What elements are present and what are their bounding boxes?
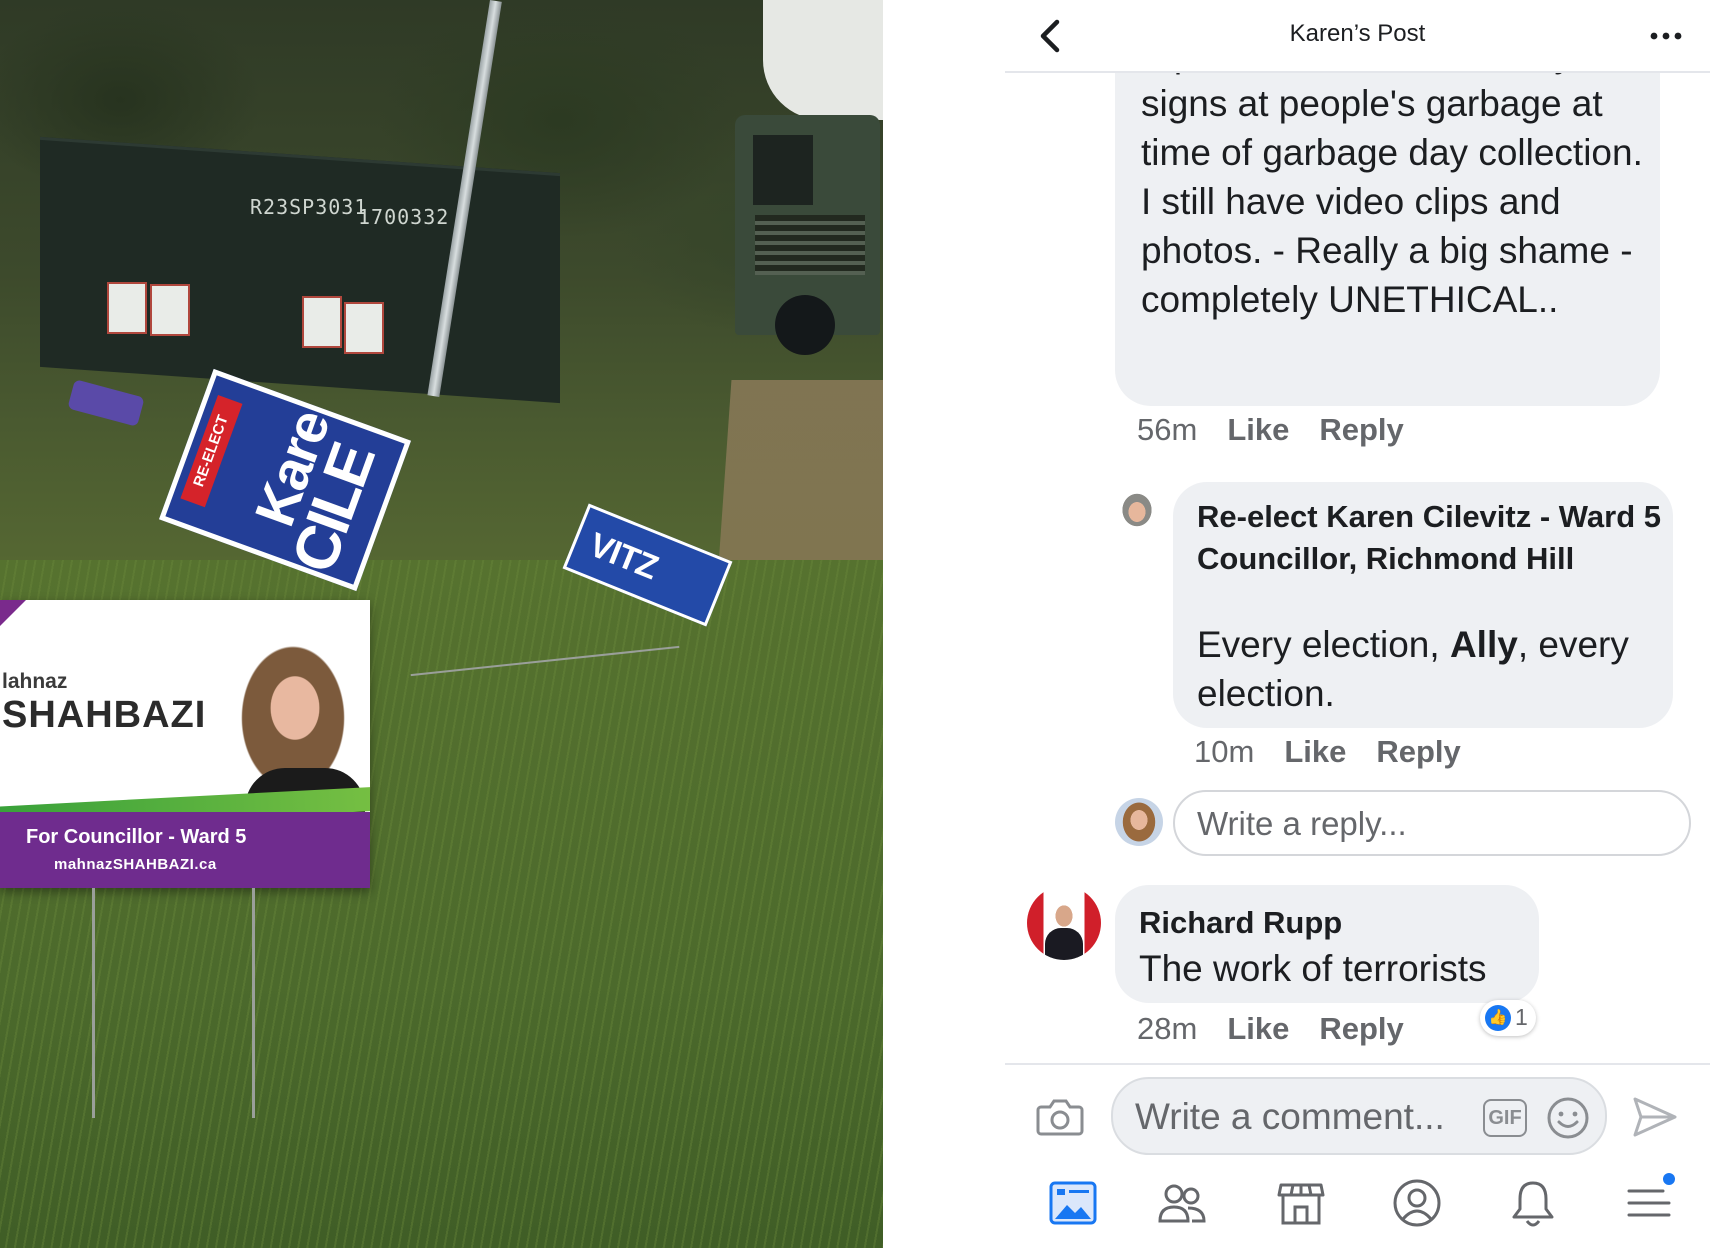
smiley-icon — [1547, 1097, 1589, 1139]
reply-link[interactable]: Reply — [1376, 734, 1460, 770]
bottom-tab-bar — [1005, 1163, 1710, 1248]
reaction-count: 1 — [1515, 1004, 1528, 1030]
comment-input[interactable] — [1135, 1095, 1465, 1139]
emoji-button[interactable] — [1545, 1095, 1591, 1141]
truck-window — [753, 135, 813, 205]
like-link[interactable]: Like — [1227, 412, 1289, 448]
news-feed-icon — [1049, 1181, 1097, 1225]
like-link[interactable]: Like — [1284, 734, 1346, 770]
tab-menu[interactable] — [1623, 1173, 1675, 1229]
tab-marketplace[interactable] — [1275, 1177, 1327, 1229]
utility-box-label-1: R23SP3031 — [250, 195, 368, 219]
comment-time: 56m — [1137, 412, 1198, 447]
truck — [735, 115, 880, 355]
sign-band — [0, 812, 370, 888]
thumbs-up-icon: 👍 — [1485, 1005, 1511, 1031]
send-button[interactable] — [1631, 1095, 1679, 1139]
warning-sticker — [344, 302, 384, 354]
sign-tagline: For Councillor - Ward 5 — [26, 826, 247, 848]
comment-actions: 28m Like Reply — [1137, 1011, 1434, 1047]
avatar — [1115, 798, 1163, 846]
page-title: Karen’s Post — [1289, 20, 1426, 47]
comment-actions: 10m Like Reply — [1194, 734, 1491, 770]
tab-friends[interactable] — [1156, 1177, 1208, 1229]
comment-actions: 56m Like Reply — [1137, 412, 1434, 448]
notification-dot — [1663, 1173, 1675, 1185]
comment-text: The work of terrorists — [1139, 948, 1487, 989]
ellipsis-icon — [1650, 32, 1682, 40]
tab-news-feed[interactable] — [1047, 1177, 1099, 1229]
comment-composer: GIF — [1005, 1063, 1710, 1163]
tab-profile[interactable] — [1391, 1177, 1443, 1229]
sign-last-name: SHAHBAZI — [2, 694, 207, 736]
comment-bubble: Richard Rupp The work of terrorists — [1115, 885, 1539, 1003]
truck-grill — [755, 215, 865, 275]
send-icon — [1633, 1097, 1677, 1137]
warning-sticker — [150, 284, 190, 336]
utility-box-label-2: 1700332 — [358, 205, 450, 229]
reply-link[interactable]: Reply — [1319, 412, 1403, 448]
sign-fallen-text: VITZ — [583, 525, 663, 587]
like-link[interactable]: Like — [1227, 1011, 1289, 1047]
reaction-badge[interactable]: 👍 1 — [1480, 1000, 1536, 1036]
sign-corner — [0, 600, 26, 626]
camera-button[interactable] — [1035, 1093, 1085, 1139]
camera-icon — [1036, 1099, 1084, 1136]
facebook-post-screen: Karen’s Post report. I found some of my … — [1005, 0, 1710, 1248]
warning-sticker — [302, 296, 342, 348]
bell-icon — [1512, 1181, 1554, 1227]
warning-sticker — [107, 282, 147, 334]
sign-wire — [92, 888, 95, 1118]
reply-field[interactable] — [1173, 790, 1691, 856]
friends-icon — [1158, 1184, 1206, 1223]
avatar[interactable] — [1027, 886, 1101, 960]
sign-website: mahnazSHAHBAZI.ca — [54, 856, 217, 873]
comment-time: 28m — [1137, 1011, 1198, 1046]
sign-mahnaz-shahbazi: lahnaz SHAHBAZI For Councillor - Ward 5 … — [0, 600, 370, 888]
candidate-portrait — [215, 618, 365, 828]
comment-bubble: Re-elect Karen Cilevitz - Ward 5 Council… — [1173, 482, 1673, 728]
marketplace-icon — [1277, 1183, 1325, 1225]
comment-time: 10m — [1194, 734, 1255, 769]
gif-button[interactable]: GIF — [1483, 1099, 1527, 1137]
tab-notifications[interactable] — [1507, 1177, 1559, 1229]
top-bar: Karen’s Post — [1005, 0, 1710, 73]
sign-wire — [252, 888, 255, 1118]
comment-author[interactable]: Re-elect Karen Cilevitz - Ward 5 Council… — [1197, 496, 1667, 580]
avatar[interactable] — [1117, 490, 1157, 536]
roadside-photo: R23SP3031 1700332 RE-ELECT Karen CILE VI… — [0, 0, 883, 1248]
more-options-button[interactable] — [1646, 18, 1686, 54]
profile-icon — [1393, 1179, 1441, 1227]
reply-input[interactable] — [1197, 804, 1667, 844]
reply-link[interactable]: Reply — [1319, 1011, 1403, 1047]
comment-text: report. I found some of my signs at peop… — [1141, 34, 1643, 320]
utility-box — [40, 136, 560, 404]
comment-field[interactable]: GIF — [1111, 1077, 1607, 1155]
truck-wheel — [775, 295, 835, 355]
comment-text: Every election, Ally, every election. — [1197, 624, 1629, 714]
sign-first-name: lahnaz — [2, 670, 68, 693]
comment-author[interactable]: Richard Rupp — [1139, 905, 1342, 941]
